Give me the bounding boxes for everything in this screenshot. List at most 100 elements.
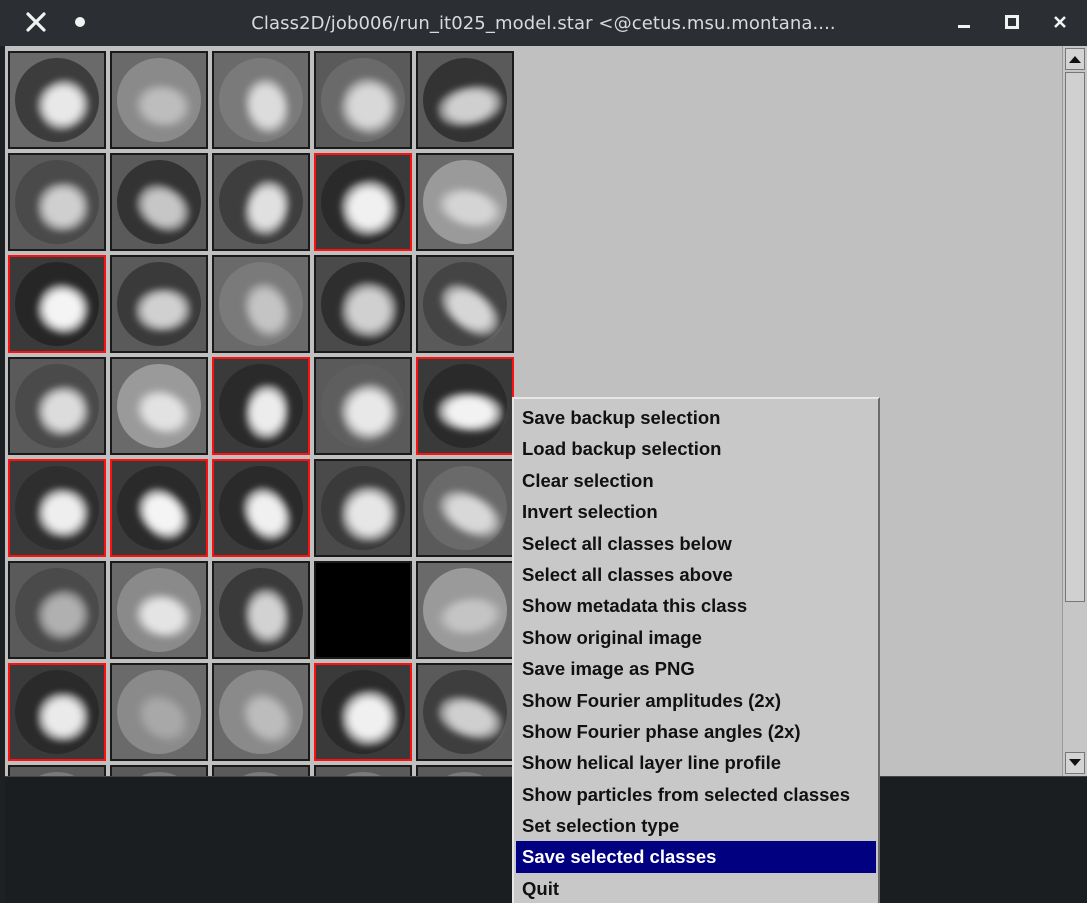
class-thumbnail[interactable] [8, 255, 106, 353]
class-average-disc [423, 262, 509, 347]
particle-density [431, 273, 509, 347]
menu-item[interactable]: Invert selection [516, 496, 876, 527]
maximize-icon[interactable] [996, 6, 1028, 38]
scroll-down-button[interactable] [1065, 752, 1085, 774]
class-thumbnail[interactable] [110, 663, 208, 761]
class-average-disc [219, 262, 303, 346]
minimize-icon[interactable] [948, 6, 980, 38]
class-average-disc [117, 58, 201, 142]
class-thumbnail[interactable] [212, 663, 310, 761]
class-thumbnail[interactable] [110, 561, 208, 659]
menu-item[interactable]: Show Fourier amplitudes (2x) [516, 685, 876, 716]
class-average-disc [219, 568, 303, 652]
particle-density [243, 382, 291, 442]
class-average-disc [423, 670, 508, 754]
class-average-disc [423, 568, 507, 652]
class-thumbnail[interactable] [314, 357, 412, 455]
class-thumbnail[interactable] [416, 459, 514, 557]
menu-item[interactable]: Load backup selection [516, 433, 876, 464]
arrow-up-icon [1069, 56, 1081, 63]
particle-density [431, 480, 509, 548]
class-thumbnail[interactable] [416, 561, 514, 659]
class-thumbnail[interactable] [8, 459, 106, 557]
class-thumbnail[interactable] [110, 765, 208, 776]
class-thumbnail[interactable] [212, 51, 310, 149]
menu-item[interactable]: Save image as PNG [516, 653, 876, 684]
menu-item[interactable]: Set selection type [516, 810, 876, 841]
particle-density [27, 70, 99, 140]
particle-density [128, 381, 198, 443]
class-thumbnail[interactable] [314, 153, 412, 251]
class-thumbnail[interactable] [314, 51, 412, 149]
menu-item[interactable]: Clear selection [516, 465, 876, 496]
class-average-disc [117, 364, 201, 448]
class-average-disc [117, 466, 201, 550]
class-average-disc [15, 262, 99, 346]
menu-item[interactable]: Select all classes above [516, 559, 876, 590]
class-average-disc [219, 466, 303, 550]
menu-item[interactable]: Save backup selection [516, 402, 876, 433]
class-thumbnail[interactable] [110, 153, 208, 251]
class-thumbnail[interactable] [212, 765, 310, 776]
class-thumbnail[interactable] [8, 153, 106, 251]
class-thumbnail[interactable] [8, 663, 106, 761]
app-window: Class2D/job006/run_it025_model.star <@ce… [0, 0, 1087, 903]
class-average-disc [423, 160, 507, 244]
class-average-disc [15, 160, 99, 244]
class-thumbnail[interactable] [212, 561, 310, 659]
class-thumbnail[interactable] [314, 765, 412, 776]
particle-density [232, 682, 302, 754]
class-thumbnail[interactable] [416, 51, 514, 149]
menu-item[interactable]: Select all classes below [516, 528, 876, 559]
class-thumbnail[interactable] [8, 357, 106, 455]
menu-item[interactable]: Show helical layer line profile [516, 747, 876, 778]
vertical-scrollbar[interactable] [1062, 46, 1087, 776]
class-thumbnail[interactable] [110, 357, 208, 455]
particle-density [37, 692, 89, 742]
class-average-disc [117, 160, 201, 244]
particle-density [238, 175, 296, 241]
class-average-disc [117, 670, 201, 754]
class-thumbnail[interactable] [416, 765, 514, 776]
class-thumbnail[interactable] [416, 663, 514, 761]
particle-density [236, 275, 298, 345]
class-average-disc [423, 364, 507, 448]
class-average-disc [219, 364, 303, 448]
class-average-disc [219, 670, 303, 754]
class-thumbnail[interactable] [314, 663, 412, 761]
particle-density [127, 174, 199, 242]
menu-item[interactable]: Show metadata this class [516, 590, 876, 621]
particle-density [131, 588, 195, 644]
class-thumbnail[interactable] [416, 357, 514, 455]
class-thumbnail[interactable] [110, 459, 208, 557]
class-thumbnail[interactable] [212, 255, 310, 353]
class-average-disc [321, 160, 405, 244]
class-thumbnail[interactable] [416, 255, 514, 353]
class-average-disc [15, 466, 99, 550]
class-thumbnail[interactable] [212, 459, 310, 557]
class-thumbnail[interactable] [110, 255, 208, 353]
menu-item[interactable]: Show particles from selected classes [516, 779, 876, 810]
menu-item[interactable]: Save selected classes [516, 841, 876, 873]
class-thumbnail[interactable] [314, 459, 412, 557]
class-thumbnail-empty[interactable] [314, 561, 412, 659]
particle-density [28, 581, 98, 649]
class-thumbnail[interactable] [314, 255, 412, 353]
menu-item[interactable]: Quit [516, 873, 876, 903]
class-thumbnail[interactable] [212, 357, 310, 455]
class-thumbnail[interactable] [8, 51, 106, 149]
class-thumbnail[interactable] [8, 561, 106, 659]
particle-density [332, 69, 406, 143]
particle-density [34, 179, 92, 235]
menu-item[interactable]: Show original image [516, 622, 876, 653]
particle-density [33, 483, 93, 543]
scrollbar-thumb[interactable] [1065, 72, 1085, 602]
particle-density [433, 181, 507, 235]
class-thumbnail[interactable] [212, 153, 310, 251]
scroll-up-button[interactable] [1065, 48, 1085, 70]
class-thumbnail[interactable] [8, 765, 106, 776]
class-thumbnail[interactable] [110, 51, 208, 149]
menu-item[interactable]: Show Fourier phase angles (2x) [516, 716, 876, 747]
close-icon[interactable] [1044, 6, 1076, 38]
class-thumbnail[interactable] [416, 153, 514, 251]
